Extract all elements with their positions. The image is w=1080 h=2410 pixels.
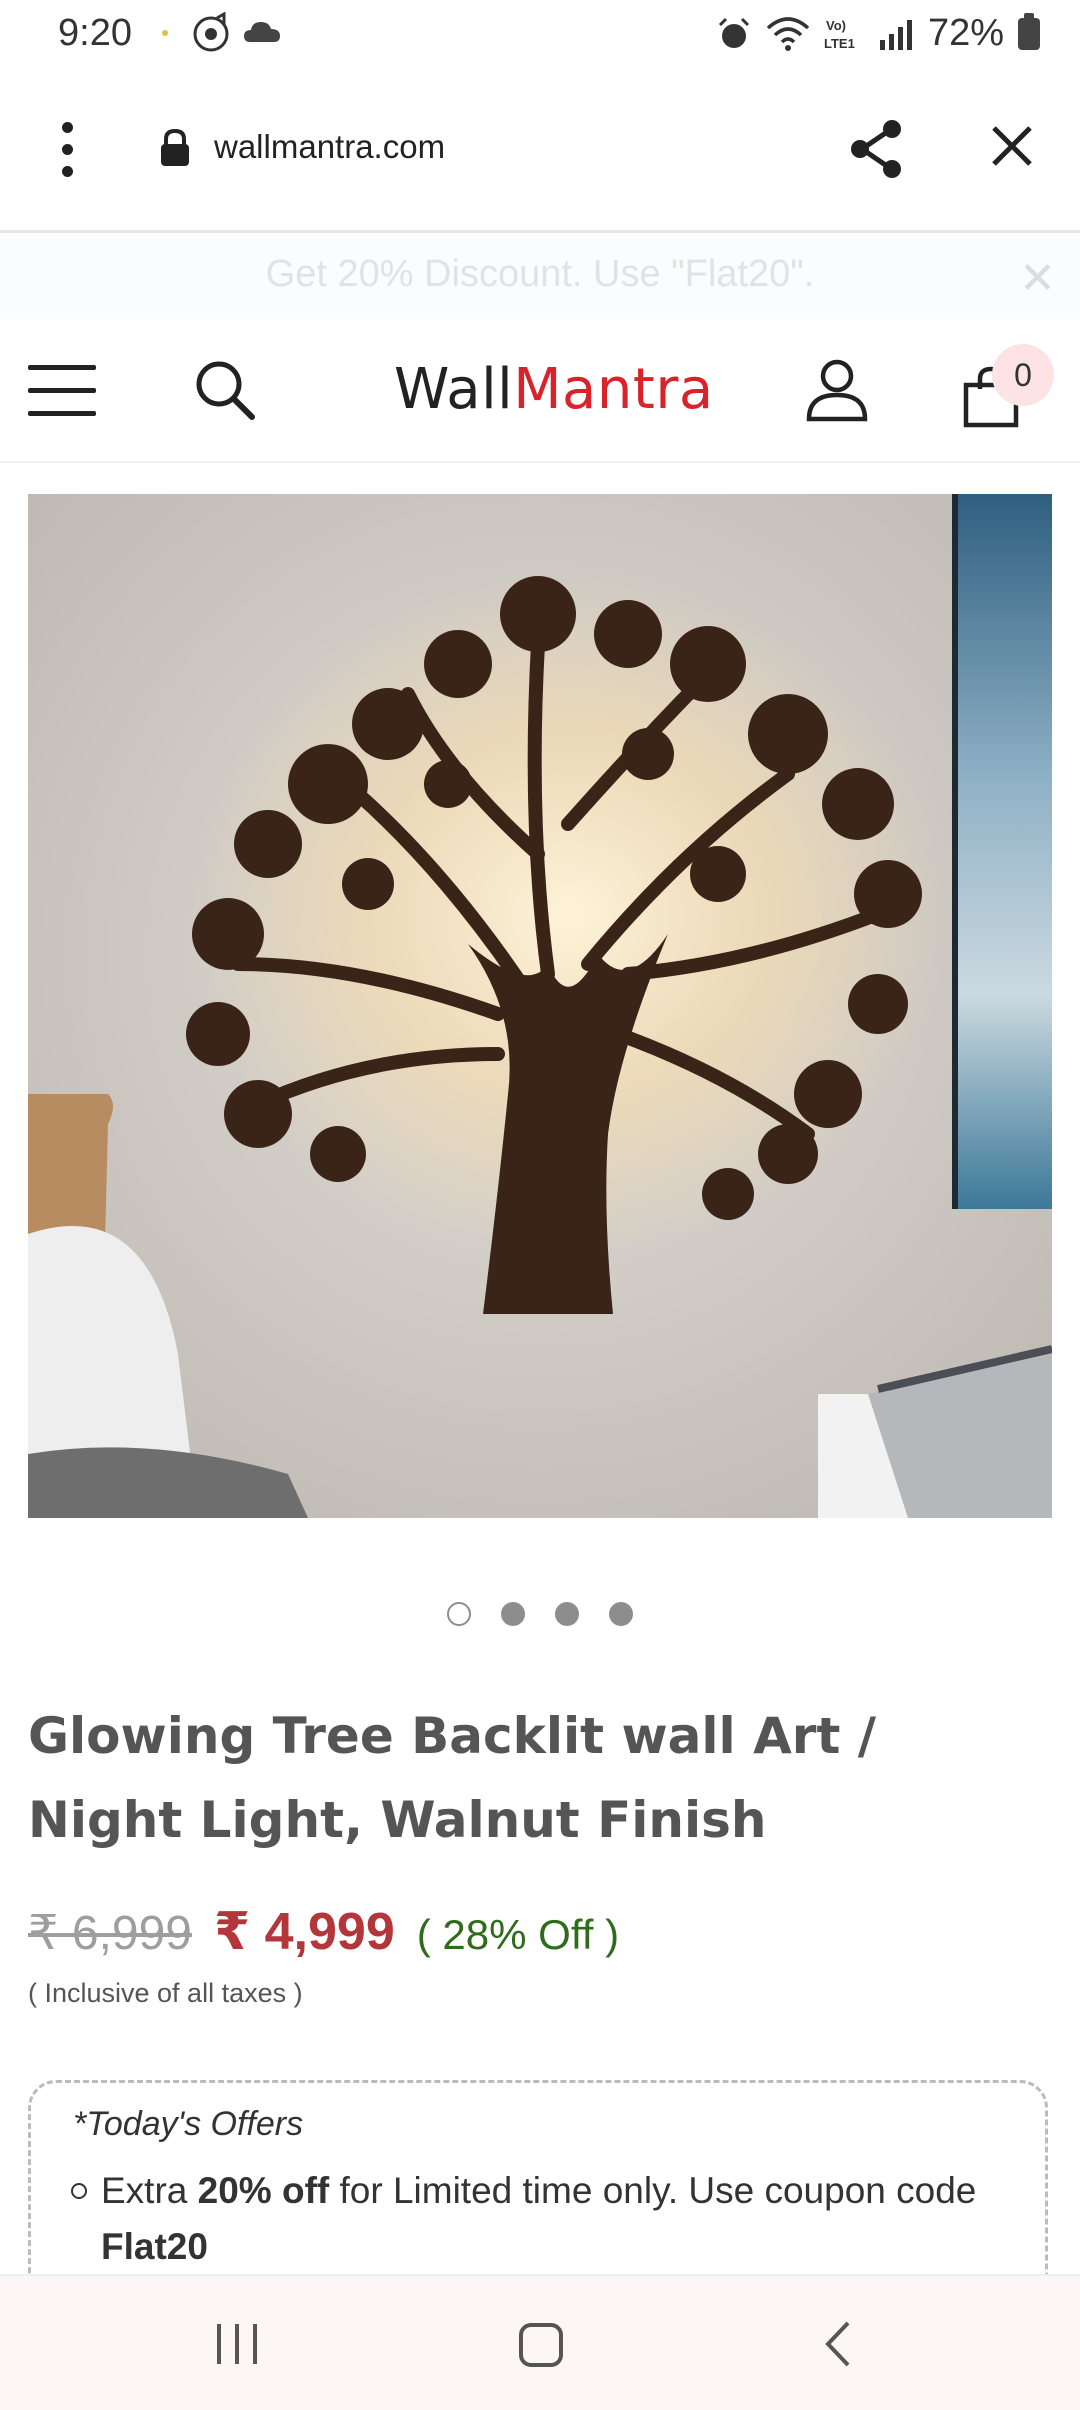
offer-item: Extra 20% off for Limited time only. Use… xyxy=(101,2163,1021,2275)
logo-mantra: Mantra xyxy=(513,357,714,422)
carousel-dot[interactable] xyxy=(447,1602,471,1626)
status-time: 9:20 xyxy=(58,12,132,54)
coupon-code: Flat20 xyxy=(101,2226,208,2267)
promo-text: Get 20% Discount. Use "Flat20". xyxy=(265,253,815,295)
battery-icon xyxy=(1018,12,1040,50)
home-icon[interactable] xyxy=(518,2322,564,2368)
status-bar: 9:20 Vo) LTE1 72% xyxy=(0,0,1080,70)
wifi-icon xyxy=(766,16,810,51)
hamburger-menu-icon[interactable] xyxy=(28,365,96,416)
promo-close-icon[interactable]: ✕ xyxy=(1019,257,1056,301)
product-image[interactable] xyxy=(28,494,1052,1518)
back-icon[interactable] xyxy=(822,2320,852,2368)
carousel-dot[interactable] xyxy=(609,1602,633,1626)
close-icon[interactable] xyxy=(988,122,1036,170)
site-header: WallMantra xyxy=(0,319,1080,463)
product-title: Glowing Tree Backlit wall Art / Night Li… xyxy=(28,1707,877,1849)
cloud-icon xyxy=(244,22,280,42)
logo-wall: Wall xyxy=(394,357,514,422)
svg-text:Vo): Vo) xyxy=(826,18,846,33)
signal-icon xyxy=(879,19,912,50)
account-icon[interactable] xyxy=(804,357,870,423)
offer-text: for Limited time only. Use coupon code xyxy=(329,2170,977,2211)
carousel-dot[interactable] xyxy=(555,1602,579,1626)
offer-highlight: 20% off xyxy=(197,2170,330,2211)
battery-percent: 72% xyxy=(927,12,1004,54)
carousel-dots xyxy=(0,1602,1080,1626)
lock-icon[interactable] xyxy=(158,128,192,168)
notification-dot xyxy=(162,30,168,36)
discount-label: ( 28% Off ) xyxy=(416,1911,620,1958)
original-price: ₹ 6,999 xyxy=(28,1907,192,1960)
price-row: ₹ 6,999 ₹ 4,999 ( 28% Off ) xyxy=(28,1902,619,1962)
system-nav-bar xyxy=(0,2274,1080,2410)
url-field[interactable]: wallmantra.com xyxy=(214,128,445,166)
search-icon[interactable] xyxy=(192,357,258,423)
share-icon[interactable] xyxy=(846,118,908,180)
tax-note: ( Inclusive of all taxes ) xyxy=(28,1978,303,2008)
browser-toolbar: wallmantra.com xyxy=(0,70,1080,233)
offers-title: *Today's Offers xyxy=(73,2105,304,2143)
status-left-icons xyxy=(190,12,282,54)
site-logo[interactable]: WallMantra xyxy=(394,357,714,422)
sale-price: ₹ 4,999 xyxy=(214,1903,395,1961)
status-right: Vo) LTE1 72% xyxy=(716,12,1040,55)
promo-banner: Get 20% Discount. Use "Flat20". ✕ xyxy=(0,233,1080,319)
offer-text: Extra xyxy=(101,2170,198,2211)
carousel-dot[interactable] xyxy=(501,1602,525,1626)
more-options-icon[interactable] xyxy=(52,122,82,178)
volte-icon: Vo) LTE1 xyxy=(824,18,855,51)
bullet-icon xyxy=(71,2183,87,2199)
music-icon xyxy=(193,12,229,52)
recent-apps-icon[interactable] xyxy=(214,2322,260,2366)
cart-count-badge[interactable]: 0 xyxy=(992,344,1054,406)
alarm-icon xyxy=(718,17,749,48)
svg-text:LTE1: LTE1 xyxy=(824,36,855,51)
